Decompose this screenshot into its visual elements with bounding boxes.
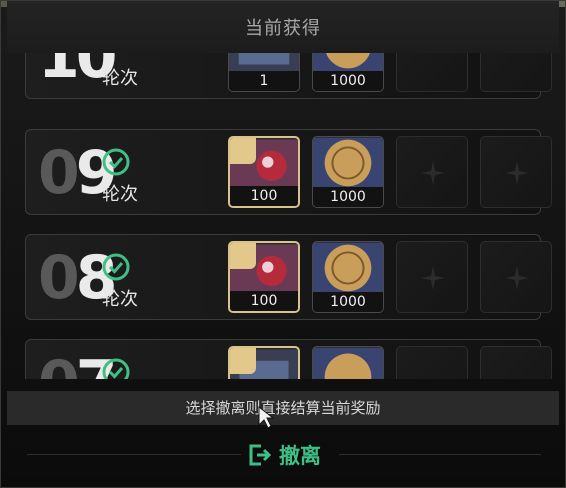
round-label: 轮次 bbox=[102, 184, 138, 205]
coin-icon bbox=[313, 53, 383, 73]
retreat-hint-text: 选择撤离则直接结算当前奖励 bbox=[185, 399, 381, 417]
round-row-08: 0 8 轮次 100 1000 bbox=[25, 234, 552, 320]
empty-reward-slot bbox=[396, 136, 468, 208]
divider-line bbox=[27, 454, 241, 455]
reward-slot-coin[interactable]: 1000 bbox=[312, 241, 384, 313]
round-label: 轮次 bbox=[102, 289, 138, 310]
reward-slot-crystal[interactable]: 100 bbox=[228, 241, 300, 313]
reward-slot-coin[interactable] bbox=[312, 346, 384, 379]
check-icon bbox=[102, 358, 130, 379]
round-row-09: 0 9 轮次 100 1000 bbox=[25, 129, 552, 215]
coin-icon bbox=[313, 347, 383, 379]
check-icon bbox=[102, 148, 130, 176]
round-label: 轮次 bbox=[102, 68, 138, 89]
star-icon bbox=[505, 161, 529, 185]
panel-header: 当前获得 bbox=[7, 1, 559, 53]
reward-slot-card[interactable]: 1 bbox=[228, 53, 300, 92]
round-row-10: 1 0 轮次 1 1000 bbox=[25, 53, 552, 99]
empty-reward-slot bbox=[396, 241, 468, 313]
retreat-hint: 选择撤离则直接结算当前奖励 bbox=[7, 391, 559, 425]
reward-slot-coin[interactable]: 1000 bbox=[312, 136, 384, 208]
reward-slot-crystal[interactable]: 100 bbox=[228, 136, 300, 208]
empty-reward-slot bbox=[480, 346, 552, 379]
round-list[interactable]: 1 0 轮次 1 1000 0 9 轮次 100 1000 0 8 轮次 100… bbox=[1, 53, 566, 379]
star-icon bbox=[505, 266, 529, 290]
star-icon bbox=[421, 161, 445, 185]
reward-slot-coin[interactable]: 1000 bbox=[312, 53, 384, 92]
rarity-badge-icon bbox=[230, 348, 256, 374]
retreat-button[interactable]: 撤离 bbox=[247, 439, 337, 471]
retreat-button-label: 撤离 bbox=[279, 444, 321, 468]
rewards-panel: 当前获得 1 0 轮次 1 1000 0 9 轮次 100 1000 0 8 轮… bbox=[0, 0, 566, 488]
empty-reward-slot bbox=[480, 136, 552, 208]
footer-bar: 撤离 bbox=[7, 425, 559, 485]
coin-icon bbox=[313, 137, 383, 189]
rarity-badge-icon bbox=[230, 243, 256, 269]
reward-slot-card[interactable] bbox=[228, 346, 300, 379]
exit-icon bbox=[249, 444, 271, 466]
round-row-07: 0 7 轮次 bbox=[25, 339, 552, 379]
check-icon bbox=[102, 253, 130, 281]
empty-reward-slot bbox=[396, 53, 468, 92]
divider-line bbox=[339, 454, 541, 455]
empty-reward-slot bbox=[396, 346, 468, 379]
panel-title: 当前获得 bbox=[245, 18, 321, 39]
coin-icon bbox=[313, 242, 383, 294]
card-icon bbox=[229, 53, 299, 73]
star-icon bbox=[421, 266, 445, 290]
rarity-badge-icon bbox=[230, 138, 256, 164]
empty-reward-slot bbox=[480, 241, 552, 313]
empty-reward-slot bbox=[480, 53, 552, 92]
